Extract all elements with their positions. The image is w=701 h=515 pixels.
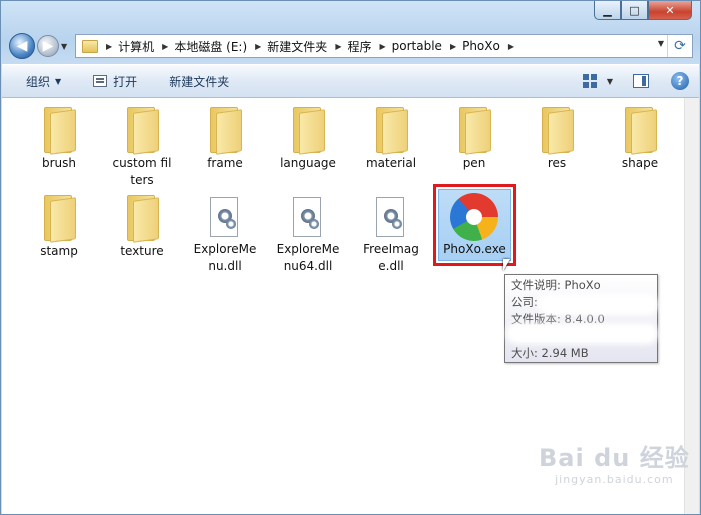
- chevron-right-icon[interactable]: ▶: [379, 42, 385, 51]
- view-options-icon[interactable]: [582, 74, 597, 88]
- file-name: stamp: [40, 244, 78, 258]
- maximize-button[interactable]: □: [621, 1, 648, 20]
- folder-item[interactable]: language: [268, 103, 348, 172]
- breadcrumb-item-new-folder[interactable]: 新建文件夹: [267, 38, 327, 55]
- tooltip-version: 文件版本: 8.4.0.0: [511, 312, 605, 326]
- address-row: ◀ ▶ ▼ ▶ 计算机 ▶ 本地磁盘 (E:) ▶ 新建文件夹 ▶ 程序 ▶ p…: [9, 31, 693, 61]
- breadcrumb-item-programs[interactable]: 程序: [347, 38, 371, 55]
- address-bar[interactable]: ▶ 计算机 ▶ 本地磁盘 (E:) ▶ 新建文件夹 ▶ 程序 ▶ portabl…: [75, 34, 693, 58]
- file-name: brush: [41, 156, 76, 170]
- breadcrumb-item-computer[interactable]: 计算机: [118, 38, 154, 55]
- folder-item[interactable]: brush: [19, 103, 99, 172]
- tooltip-size: 大小: 2.94 MB: [511, 346, 589, 360]
- dll-file-icon: [291, 197, 325, 239]
- file-name: ExploreMenu.dll: [193, 242, 257, 273]
- file-name: language: [280, 156, 336, 170]
- dll-file-icon: [374, 197, 408, 239]
- toolbar-right: ▼ ?: [582, 72, 699, 90]
- chevron-right-icon[interactable]: ▶: [106, 42, 112, 51]
- redaction-blur: [543, 299, 653, 310]
- command-bar: 组织 ▼ 打开 新建文件夹 ▼ ?: [2, 64, 699, 98]
- folder-icon: [621, 107, 659, 155]
- folder-item[interactable]: pen: [434, 103, 514, 172]
- chevron-right-icon[interactable]: ▶: [162, 42, 168, 51]
- mouse-cursor-icon: [503, 259, 510, 271]
- folder-item[interactable]: material: [351, 103, 431, 172]
- file-name: ExploreMenu64.dll: [276, 242, 340, 273]
- explorer-window: ▁ □ ✕ ◀ ▶ ▼ ▶ 计算机 ▶ 本地磁盘 (E:) ▶ 新建文件夹 ▶ …: [0, 0, 701, 515]
- open-label: 打开: [113, 74, 138, 89]
- file-name: custom filters: [112, 156, 172, 187]
- tooltip-description: 文件说明: PhoXo: [511, 278, 601, 292]
- watermark-sub: jingyan.baidu.com: [555, 473, 674, 486]
- chevron-right-icon[interactable]: ▶: [255, 42, 261, 51]
- view-dropdown-icon[interactable]: ▼: [607, 77, 613, 86]
- folder-item[interactable]: shape: [600, 103, 680, 172]
- organize-label: 组织: [26, 74, 51, 89]
- file-name: texture: [120, 244, 164, 258]
- chevron-right-icon[interactable]: ▶: [450, 42, 456, 51]
- folder-icon: [455, 107, 493, 155]
- folder-icon: [289, 107, 327, 155]
- folder-icon: [538, 107, 576, 155]
- address-dropdown-icon[interactable]: ▼: [658, 39, 664, 48]
- folder-icon: [40, 195, 78, 243]
- file-info-tooltip: 文件说明: PhoXo 公司: 文件版本: 8.4.0.0 大小: 2.94 M…: [504, 274, 658, 363]
- breadcrumb-item-phoxo[interactable]: PhoXo: [462, 39, 500, 53]
- breadcrumb-item-drive[interactable]: 本地磁盘 (E:): [174, 38, 247, 55]
- watermark-main: Bai du 经验: [539, 444, 690, 472]
- caption-buttons: ▁ □ ✕: [594, 1, 692, 20]
- minimize-button[interactable]: ▁: [594, 1, 621, 20]
- open-icon: [93, 75, 108, 87]
- folder-icon: [40, 107, 78, 155]
- help-icon[interactable]: ?: [671, 72, 689, 90]
- dll-file-item[interactable]: ExploreMenu64.dll: [268, 191, 348, 275]
- breadcrumb: ▶ 计算机 ▶ 本地磁盘 (E:) ▶ 新建文件夹 ▶ 程序 ▶ portabl…: [104, 38, 520, 55]
- chevron-right-icon[interactable]: ▶: [335, 42, 341, 51]
- refresh-icon[interactable]: ⟳: [667, 35, 692, 57]
- file-name: frame: [207, 156, 243, 170]
- phoxo-app-icon: [450, 193, 498, 241]
- chevron-right-icon[interactable]: ▶: [508, 42, 514, 51]
- folder-icon: [206, 107, 244, 155]
- back-button[interactable]: ◀: [9, 33, 35, 59]
- folder-icon: [123, 107, 161, 155]
- redaction-blur: [511, 328, 653, 339]
- folder-icon: [82, 39, 98, 53]
- close-button[interactable]: ✕: [648, 1, 692, 20]
- folder-item[interactable]: texture: [102, 191, 182, 260]
- organize-button[interactable]: 组织 ▼: [2, 65, 71, 97]
- file-name: res: [547, 156, 567, 170]
- file-name: PhoXo.exe: [443, 242, 506, 256]
- baidu-watermark: Bai du 经验 jingyan.baidu.com: [539, 438, 690, 486]
- open-button[interactable]: 打开: [83, 65, 147, 97]
- new-folder-button[interactable]: 新建文件夹: [159, 65, 239, 97]
- file-name: shape: [621, 156, 659, 170]
- history-dropdown-icon[interactable]: ▼: [61, 42, 71, 51]
- new-folder-label: 新建文件夹: [169, 74, 230, 89]
- dll-file-icon: [208, 197, 242, 239]
- dll-file-item[interactable]: FreeImage.dll: [351, 191, 431, 275]
- folder-item[interactable]: frame: [185, 103, 265, 172]
- forward-button[interactable]: ▶: [37, 35, 59, 57]
- folder-item[interactable]: custom filters: [102, 103, 182, 189]
- breadcrumb-item-portable[interactable]: portable: [392, 39, 442, 53]
- preview-pane-icon[interactable]: [633, 74, 649, 88]
- file-name: FreeImage.dll: [363, 242, 419, 273]
- folder-item[interactable]: stamp: [19, 191, 99, 260]
- chevron-down-icon: ▼: [55, 76, 62, 86]
- file-name: pen: [462, 156, 486, 170]
- folder-icon: [123, 195, 161, 243]
- folder-icon: [372, 107, 410, 155]
- folder-item[interactable]: res: [517, 103, 597, 172]
- dll-file-item[interactable]: ExploreMenu.dll: [185, 191, 265, 275]
- file-name: material: [365, 156, 417, 170]
